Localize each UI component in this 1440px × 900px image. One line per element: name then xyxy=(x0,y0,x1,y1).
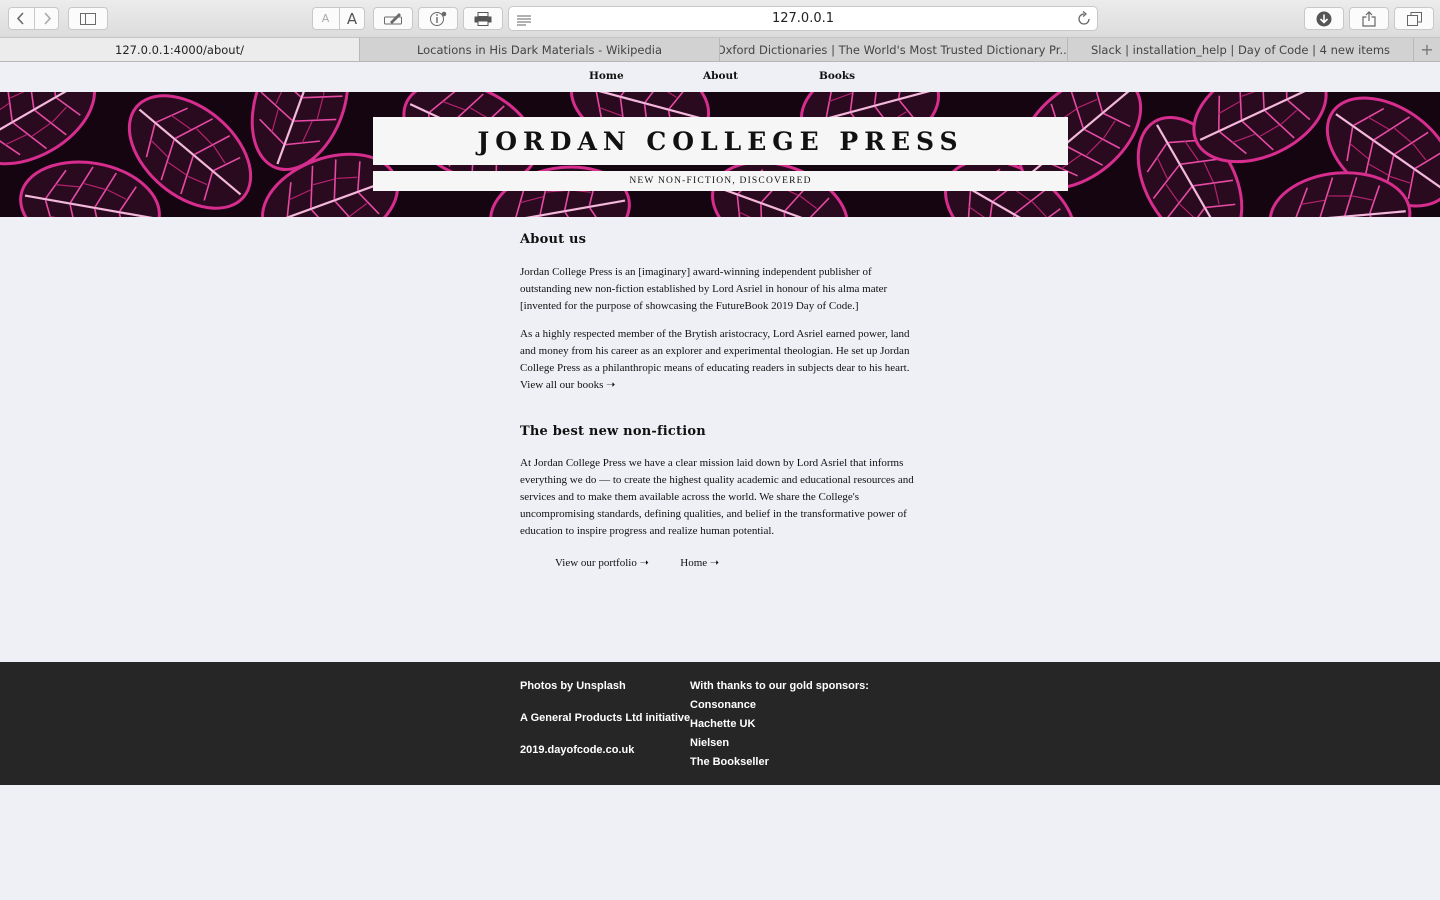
markup-button[interactable] xyxy=(373,7,413,30)
text-smaller-button[interactable]: A xyxy=(313,8,339,29)
tab-title: Locations in His Dark Materials - Wikipe… xyxy=(416,42,663,57)
nav-books-link[interactable]: Books xyxy=(819,70,855,82)
sidebar-button[interactable] xyxy=(68,7,108,30)
address-bar[interactable]: 127.0.0.1 xyxy=(508,6,1098,31)
footer-photos-link[interactable]: Photos by Unsplash xyxy=(520,680,626,692)
title-box: JORDAN COLLEGE PRESS xyxy=(373,117,1068,165)
tab-slack[interactable]: Slack | installation_help | Day of Code … xyxy=(1068,38,1414,61)
share-button[interactable] xyxy=(1349,7,1389,30)
chevron-right-icon xyxy=(43,12,52,25)
chevron-left-icon xyxy=(16,12,25,25)
nav-home-link[interactable]: Home xyxy=(589,70,624,82)
reload-icon[interactable] xyxy=(1077,11,1091,31)
tab-title: 127.0.0.1:4000/about/ xyxy=(115,42,244,57)
share-icon xyxy=(1362,10,1376,27)
best-paragraph: At Jordan College Press we have a clear … xyxy=(520,457,914,537)
info-circle-icon xyxy=(429,11,447,27)
about-heading: About us xyxy=(520,232,587,247)
tab-bar: 127.0.0.1:4000/about/ Locations in His D… xyxy=(0,38,1440,62)
extension-button[interactable] xyxy=(418,7,458,30)
plus-icon: + xyxy=(1420,40,1434,59)
text-size-group: A A xyxy=(312,7,365,30)
nav-about-link[interactable]: About xyxy=(703,70,738,82)
best-heading: The best new non-fiction xyxy=(520,424,706,439)
tab-title: Oxford Dictionaries | The World's Most T… xyxy=(720,42,1068,57)
home-link[interactable]: Home ➝ xyxy=(680,557,719,569)
back-button[interactable] xyxy=(8,8,34,29)
url-text: 127.0.0.1 xyxy=(771,11,835,26)
footer-site-link[interactable]: 2019.dayofcode.co.uk xyxy=(520,744,634,756)
footer-initiative-link[interactable]: A General Products Ltd initiative xyxy=(520,712,690,724)
sponsor-link[interactable]: The Bookseller xyxy=(690,756,769,768)
footer-sponsors-heading: With thanks to our gold sponsors: xyxy=(690,680,869,692)
tab-about[interactable]: 127.0.0.1:4000/about/ xyxy=(0,38,360,61)
tab-oxford[interactable]: Oxford Dictionaries | The World's Most T… xyxy=(720,38,1068,61)
text-smaller-label: A xyxy=(321,12,330,25)
tab-title: Slack | installation_help | Day of Code … xyxy=(1090,42,1391,57)
about-paragraph-2: As a highly respected member of the Bryt… xyxy=(520,328,910,374)
tab-wikipedia[interactable]: Locations in His Dark Materials - Wikipe… xyxy=(360,38,720,61)
sponsor-link[interactable]: Hachette UK xyxy=(690,718,755,730)
text-bigger-button[interactable]: A xyxy=(338,8,365,29)
forward-button[interactable] xyxy=(33,8,60,29)
site-footer: Photos by Unsplash A General Products Lt… xyxy=(0,662,1440,785)
sponsor-link[interactable]: Nielsen xyxy=(690,737,729,749)
tabs-overview-icon xyxy=(1406,11,1422,26)
tab-overview-button[interactable] xyxy=(1394,7,1434,30)
download-icon xyxy=(1316,11,1332,27)
text-bigger-label: A xyxy=(346,9,358,28)
view-portfolio-link[interactable]: View our portfolio ➝ xyxy=(555,557,649,569)
site-subtitle: NEW NON-FICTION, DISCOVERED xyxy=(629,176,812,186)
browser-toolbar: A A 127.0.0.1 xyxy=(0,0,1440,38)
site-nav: Home About Books xyxy=(0,62,1440,92)
main-content: About us Jordan College Press is an [ima… xyxy=(520,232,920,572)
sidebar-icon xyxy=(80,12,96,25)
sponsor-link[interactable]: Consonance xyxy=(690,699,756,711)
print-button[interactable] xyxy=(463,7,503,30)
pen-icon xyxy=(384,12,402,25)
about-paragraph-1: Jordan College Press is an [imaginary] a… xyxy=(520,266,888,312)
new-tab-button[interactable]: + xyxy=(1414,38,1440,61)
view-books-link[interactable]: View all our books ➝ xyxy=(520,379,615,391)
back-forward-group xyxy=(8,7,59,30)
site-title: JORDAN COLLEGE PRESS xyxy=(477,126,964,156)
hero-banner: JORDAN COLLEGE PRESS NEW NON-FICTION, DI… xyxy=(0,92,1440,217)
subtitle-box: NEW NON-FICTION, DISCOVERED xyxy=(373,171,1068,191)
downloads-button[interactable] xyxy=(1304,7,1344,30)
printer-icon xyxy=(474,11,492,26)
